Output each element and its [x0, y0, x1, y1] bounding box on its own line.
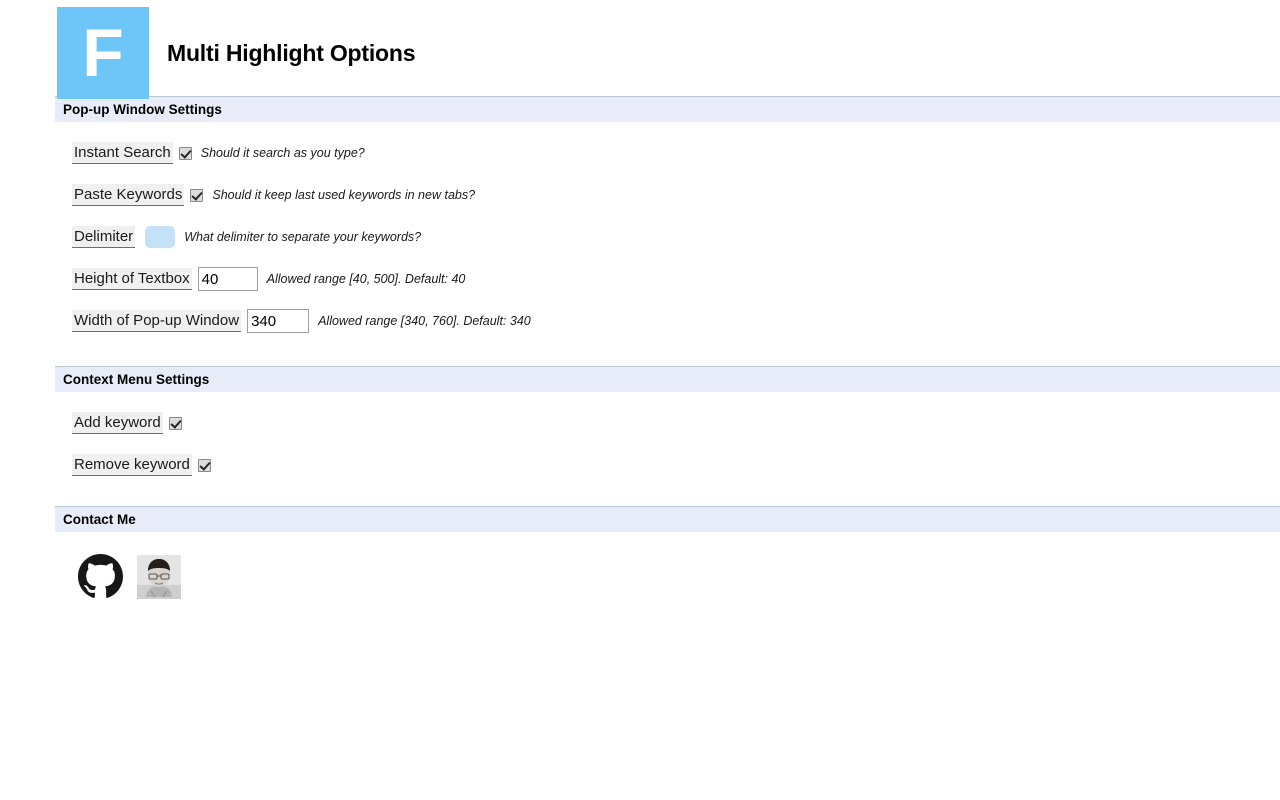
delimiter-label: Delimiter — [72, 226, 136, 248]
add-keyword-label: Add keyword — [72, 412, 163, 434]
section-header-context-menu-settings: Context Menu Settings — [55, 366, 1280, 392]
instant-search-help-text: Should it search as you type? — [200, 146, 365, 160]
author-avatar-link[interactable] — [137, 554, 181, 599]
instant-search-checkbox[interactable] — [178, 146, 192, 160]
height-of-textbox-label: Height of Textbox — [72, 268, 192, 290]
section-body-popup-window-settings: Instant Search Should it search as you t… — [0, 140, 1280, 334]
height-of-textbox-input[interactable] — [197, 267, 258, 291]
instant-search-label: Instant Search — [72, 142, 173, 164]
option-row-instant-search: Instant Search Should it search as you t… — [72, 140, 1280, 166]
section-body-context-menu-settings: Add keyword Remove keyword — [0, 410, 1280, 478]
option-row-delimiter: Delimiter What delimiter to separate you… — [72, 224, 1280, 250]
delimiter-help-text: What delimiter to separate your keywords… — [184, 230, 422, 244]
option-row-paste-keywords: Paste Keywords Should it keep last used … — [72, 182, 1280, 208]
remove-keyword-label: Remove keyword — [72, 454, 192, 476]
paste-keywords-help-text: Should it keep last used keywords in new… — [212, 188, 476, 202]
github-link[interactable] — [78, 554, 123, 599]
avatar-photo-icon — [137, 554, 181, 599]
width-of-popup-window-help-text: Allowed range [340, 760]. Default: 340 — [318, 314, 531, 328]
paste-keywords-checkbox[interactable] — [190, 188, 204, 202]
section-header-popup-window-settings: Pop-up Window Settings — [55, 96, 1280, 122]
add-keyword-checkbox[interactable] — [168, 416, 182, 430]
option-row-width-of-popup-window: Width of Pop-up Window Allowed range [34… — [72, 308, 1280, 334]
option-row-add-keyword: Add keyword — [72, 410, 1280, 436]
section-header-contact-me: Contact Me — [55, 506, 1280, 532]
height-of-textbox-help-text: Allowed range [40, 500]. Default: 40 — [266, 272, 466, 286]
width-of-popup-window-label: Width of Pop-up Window — [72, 310, 242, 332]
github-icon — [78, 554, 123, 598]
width-of-popup-window-input[interactable] — [247, 309, 310, 333]
remove-keyword-checkbox[interactable] — [197, 458, 211, 472]
page-header: F Multi Highlight Options — [0, 0, 1280, 99]
app-logo: F — [57, 7, 149, 99]
page-title: Multi Highlight Options — [167, 39, 416, 66]
option-row-height-of-textbox: Height of Textbox Allowed range [40, 500… — [72, 266, 1280, 292]
contact-links — [0, 532, 1280, 599]
option-row-remove-keyword: Remove keyword — [72, 452, 1280, 478]
paste-keywords-label: Paste Keywords — [72, 184, 185, 206]
delimiter-input[interactable] — [145, 226, 176, 248]
